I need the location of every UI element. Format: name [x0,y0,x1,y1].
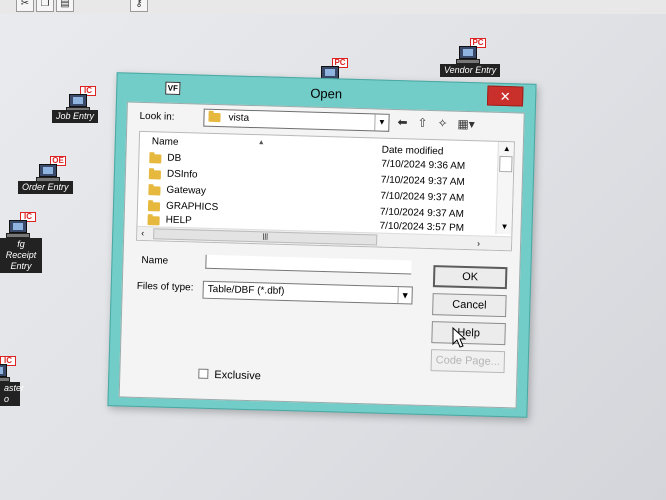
new-folder-icon[interactable]: ✧ [437,116,447,130]
sort-up-icon: ▲ [257,139,265,147]
ok-button[interactable]: OK [432,265,508,290]
computer-user-icon: OE [36,156,66,184]
up-folder-icon[interactable]: ⇧ [417,116,427,130]
chevron-down-icon[interactable]: ▼ [374,114,389,131]
files-of-type-combo[interactable]: Table/DBF (*.dbf) ▼ [202,280,413,305]
icon-label: fg Receipt Entry [0,238,42,273]
dialog-body: Look in: vista ▼ ⬅ ⇧ ✧ ▦▾ Name ▲ Date mo… [118,101,525,409]
computer-user-icon: PC [456,38,486,66]
paste-icon[interactable]: ▤ [56,0,74,12]
chevron-up-icon[interactable]: ▲ [503,144,511,153]
folder-icon [208,112,221,123]
chevron-left-icon[interactable]: ‹ [141,228,144,238]
icon-label: aster o [0,382,24,406]
look-in-label: Look in: [139,110,175,123]
scissors-icon[interactable]: ✂ [16,0,34,12]
look-in-value: vista [228,112,250,124]
chevron-down-icon[interactable]: ▼ [500,222,508,231]
column-header-date[interactable]: Date modified [382,145,444,158]
files-of-type-value: Table/DBF (*.dbf) [207,283,285,297]
file-list[interactable]: Name ▲ Date modified DB 7/10/2024 9:36 A… [136,130,515,252]
folder-icon [148,186,161,196]
computer-user-icon: IC [0,356,16,384]
column-header-name[interactable]: Name [152,136,179,148]
scrollbar-thumb[interactable] [499,155,513,173]
look-in-combo[interactable]: vista ▼ [203,108,390,132]
folder-icon [147,216,160,226]
key-icon[interactable]: ⚷ [130,0,148,12]
cancel-button[interactable]: Cancel [432,293,507,318]
folder-icon [148,170,162,180]
scrollbar-thumb[interactable]: ||| [153,228,378,246]
chevron-right-icon[interactable]: › [477,238,480,248]
code-page-button[interactable]: Code Page... [430,349,506,374]
exclusive-option[interactable]: Exclusive [198,368,261,383]
icon-label: Order Entry [18,181,73,194]
copy-icon[interactable]: ❐ [36,0,54,12]
files-of-type-label: Files of type: [136,280,194,294]
computer-user-icon: IC [6,212,36,240]
back-arrow-icon[interactable]: ⬅ [397,115,407,129]
toolbar: ✂ ❐ ▤ ⚷ [0,0,666,14]
help-button[interactable]: Help [431,321,506,346]
folder-icon [147,202,161,212]
icon-label: Vendor Entry [440,64,501,77]
vertical-scrollbar[interactable]: ▲ ▼ [495,141,514,235]
exclusive-checkbox[interactable] [198,368,209,379]
icon-label: Job Entry [52,110,99,123]
open-dialog: VF Open ✕ Look in: vista ▼ ⬅ ⇧ ✧ ▦▾ Name… [107,72,537,418]
chevron-down-icon[interactable]: ▼ [397,287,412,304]
folder-icon [149,154,162,164]
close-button[interactable]: ✕ [486,85,524,107]
file-name-input[interactable] [205,254,412,275]
view-menu-icon[interactable]: ▦▾ [457,117,475,131]
mouse-pointer-icon [452,327,466,348]
exclusive-label: Exclusive [214,369,261,383]
name-label: Name [141,254,169,267]
